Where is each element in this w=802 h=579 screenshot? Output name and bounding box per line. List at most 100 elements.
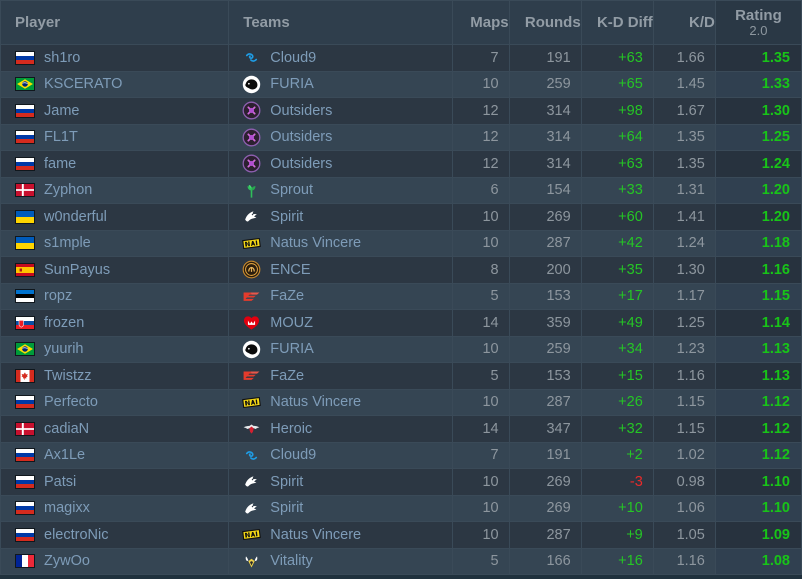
team-logo-vitality-icon bbox=[242, 552, 261, 571]
team-cell[interactable]: Outsiders bbox=[228, 150, 453, 178]
table-row[interactable]: w0nderful Spirit 10 269 +60 1.41 1.20 bbox=[0, 203, 802, 231]
table-row[interactable]: Ax1Le Cloud9 7 191 +2 1.02 1.12 bbox=[0, 441, 802, 469]
team-cell[interactable]: Spirit bbox=[228, 468, 453, 496]
column-header-player[interactable]: Player bbox=[0, 0, 230, 45]
rounds-value: 166 bbox=[508, 547, 582, 575]
column-header-maps[interactable]: Maps bbox=[451, 0, 510, 45]
team-logo-mouz-icon bbox=[242, 313, 261, 332]
player-cell[interactable]: electroNic bbox=[0, 521, 230, 549]
rounds-value: 191 bbox=[508, 44, 582, 72]
table-row[interactable]: sh1ro Cloud9 7 191 +63 1.66 1.35 bbox=[0, 44, 802, 72]
team-cell[interactable]: Spirit bbox=[228, 494, 453, 522]
player-cell[interactable]: SunPayus bbox=[0, 256, 230, 284]
rating-value: 1.25 bbox=[714, 123, 802, 151]
player-cell[interactable]: frozen bbox=[0, 309, 230, 337]
team-logo-outsiders-icon bbox=[242, 154, 261, 173]
maps-value: 10 bbox=[451, 468, 510, 496]
column-header-kd-diff[interactable]: K-D Diff bbox=[580, 0, 654, 45]
team-cell[interactable]: Cloud9 bbox=[228, 44, 453, 72]
team-cell[interactable]: Natus Vincere bbox=[228, 388, 453, 416]
table-row[interactable]: SunPayus ENCE 8 200 +35 1.30 1.16 bbox=[0, 256, 802, 284]
player-cell[interactable]: Perfecto bbox=[0, 388, 230, 416]
team-name: Cloud9 bbox=[270, 447, 317, 464]
team-cell[interactable]: FURIA bbox=[228, 70, 453, 98]
rounds-value: 269 bbox=[508, 203, 582, 231]
maps-value: 8 bbox=[451, 256, 510, 284]
player-cell[interactable]: KSCERATO bbox=[0, 70, 230, 98]
table-row[interactable]: KSCERATO FURIA 10 259 +65 1.45 1.33 bbox=[0, 70, 802, 98]
table-row[interactable]: Perfecto Natus Vincere 10 287 +26 1.15 1.12 bbox=[0, 388, 802, 416]
rating-value: 1.13 bbox=[714, 335, 802, 363]
team-cell[interactable]: FaZe bbox=[228, 362, 453, 390]
player-cell[interactable]: s1mple bbox=[0, 229, 230, 257]
team-cell[interactable]: FURIA bbox=[228, 335, 453, 363]
team-logo-outsiders-icon bbox=[242, 101, 261, 120]
table-row[interactable]: magixx Spirit 10 269 +10 1.06 1.10 bbox=[0, 494, 802, 522]
table-row[interactable]: yuurih FURIA 10 259 +34 1.23 1.13 bbox=[0, 335, 802, 363]
player-cell[interactable]: cadiaN bbox=[0, 415, 230, 443]
player-cell[interactable]: Zyphon bbox=[0, 176, 230, 204]
player-cell[interactable]: fame bbox=[0, 150, 230, 178]
table-row[interactable]: ZywOo Vitality 5 166 +16 1.16 1.08 bbox=[0, 547, 802, 575]
flag-icon-ua bbox=[15, 209, 35, 224]
player-cell[interactable]: Twistzz bbox=[0, 362, 230, 390]
team-cell[interactable]: Natus Vincere bbox=[228, 521, 453, 549]
player-cell[interactable]: yuurih bbox=[0, 335, 230, 363]
table-row[interactable]: FL1T Outsiders 12 314 +64 1.35 1.25 bbox=[0, 123, 802, 151]
team-cell[interactable]: FaZe bbox=[228, 282, 453, 310]
table-body: sh1ro Cloud9 7 191 +63 1.66 1.35 KSCERATO FURIA 1… bbox=[0, 44, 802, 575]
player-cell[interactable]: Patsi bbox=[0, 468, 230, 496]
flag-icon-ua bbox=[15, 236, 35, 251]
maps-value: 12 bbox=[451, 150, 510, 178]
player-cell[interactable]: FL1T bbox=[0, 123, 230, 151]
kd-diff-value: +98 bbox=[580, 97, 654, 125]
table-row[interactable]: Patsi Spirit 10 269 -3 0.98 1.10 bbox=[0, 468, 802, 496]
kd-value: 1.06 bbox=[652, 494, 716, 522]
team-name: Heroic bbox=[270, 420, 313, 437]
team-name: Spirit bbox=[270, 208, 304, 225]
team-cell[interactable]: Heroic bbox=[228, 415, 453, 443]
player-cell[interactable]: w0nderful bbox=[0, 203, 230, 231]
column-header-kd[interactable]: K/D bbox=[652, 0, 716, 45]
table-row[interactable]: electroNic Natus Vincere 10 287 +9 1.05 1.09 bbox=[0, 521, 802, 549]
team-cell[interactable]: Spirit bbox=[228, 203, 453, 231]
column-header-teams[interactable]: Teams bbox=[228, 0, 453, 45]
table-row[interactable]: Zyphon Sprout 6 154 +33 1.31 1.20 bbox=[0, 176, 802, 204]
header-row: Player Teams Maps Rounds K-D Diff K/D Ra… bbox=[0, 0, 802, 45]
table-row[interactable]: Jame Outsiders 12 314 +98 1.67 1.30 bbox=[0, 97, 802, 125]
table-row[interactable]: ropz FaZe 5 153 +17 1.17 1.15 bbox=[0, 282, 802, 310]
team-cell[interactable]: Outsiders bbox=[228, 97, 453, 125]
rating-value: 1.10 bbox=[714, 494, 802, 522]
maps-value: 10 bbox=[451, 70, 510, 98]
table-row[interactable]: s1mple Natus Vincere 10 287 +42 1.24 1.18 bbox=[0, 229, 802, 257]
maps-value: 14 bbox=[451, 309, 510, 337]
team-cell[interactable]: Outsiders bbox=[228, 123, 453, 151]
rounds-value: 269 bbox=[508, 468, 582, 496]
table-row[interactable]: cadiaN Heroic 14 347 +32 1.15 1.12 bbox=[0, 415, 802, 443]
player-cell[interactable]: ropz bbox=[0, 282, 230, 310]
column-header-rating[interactable]: Rating 2.0 bbox=[714, 0, 802, 45]
team-name: FURIA bbox=[270, 341, 314, 358]
team-name: ENCE bbox=[270, 261, 311, 278]
player-cell[interactable]: Ax1Le bbox=[0, 441, 230, 469]
table-row[interactable]: Twistzz FaZe 5 153 +15 1.16 1.13 bbox=[0, 362, 802, 390]
player-cell[interactable]: ZywOo bbox=[0, 547, 230, 575]
table-row[interactable]: frozen MOUZ 14 359 +49 1.25 1.14 bbox=[0, 309, 802, 337]
team-logo-heroic-icon bbox=[242, 419, 261, 438]
team-cell[interactable]: ENCE bbox=[228, 256, 453, 284]
player-cell[interactable]: sh1ro bbox=[0, 44, 230, 72]
table-header: Player Teams Maps Rounds K-D Diff K/D Ra… bbox=[0, 0, 802, 45]
column-header-rounds[interactable]: Rounds bbox=[508, 0, 582, 45]
player-name: ropz bbox=[44, 288, 73, 305]
team-cell[interactable]: Vitality bbox=[228, 547, 453, 575]
team-cell[interactable]: Natus Vincere bbox=[228, 229, 453, 257]
team-cell[interactable]: Sprout bbox=[228, 176, 453, 204]
team-name: Spirit bbox=[270, 500, 304, 517]
player-cell[interactable]: magixx bbox=[0, 494, 230, 522]
rounds-value: 287 bbox=[508, 229, 582, 257]
player-cell[interactable]: Jame bbox=[0, 97, 230, 125]
team-cell[interactable]: MOUZ bbox=[228, 309, 453, 337]
player-name: fame bbox=[44, 155, 77, 172]
table-row[interactable]: fame Outsiders 12 314 +63 1.35 1.24 bbox=[0, 150, 802, 178]
team-cell[interactable]: Cloud9 bbox=[228, 441, 453, 469]
